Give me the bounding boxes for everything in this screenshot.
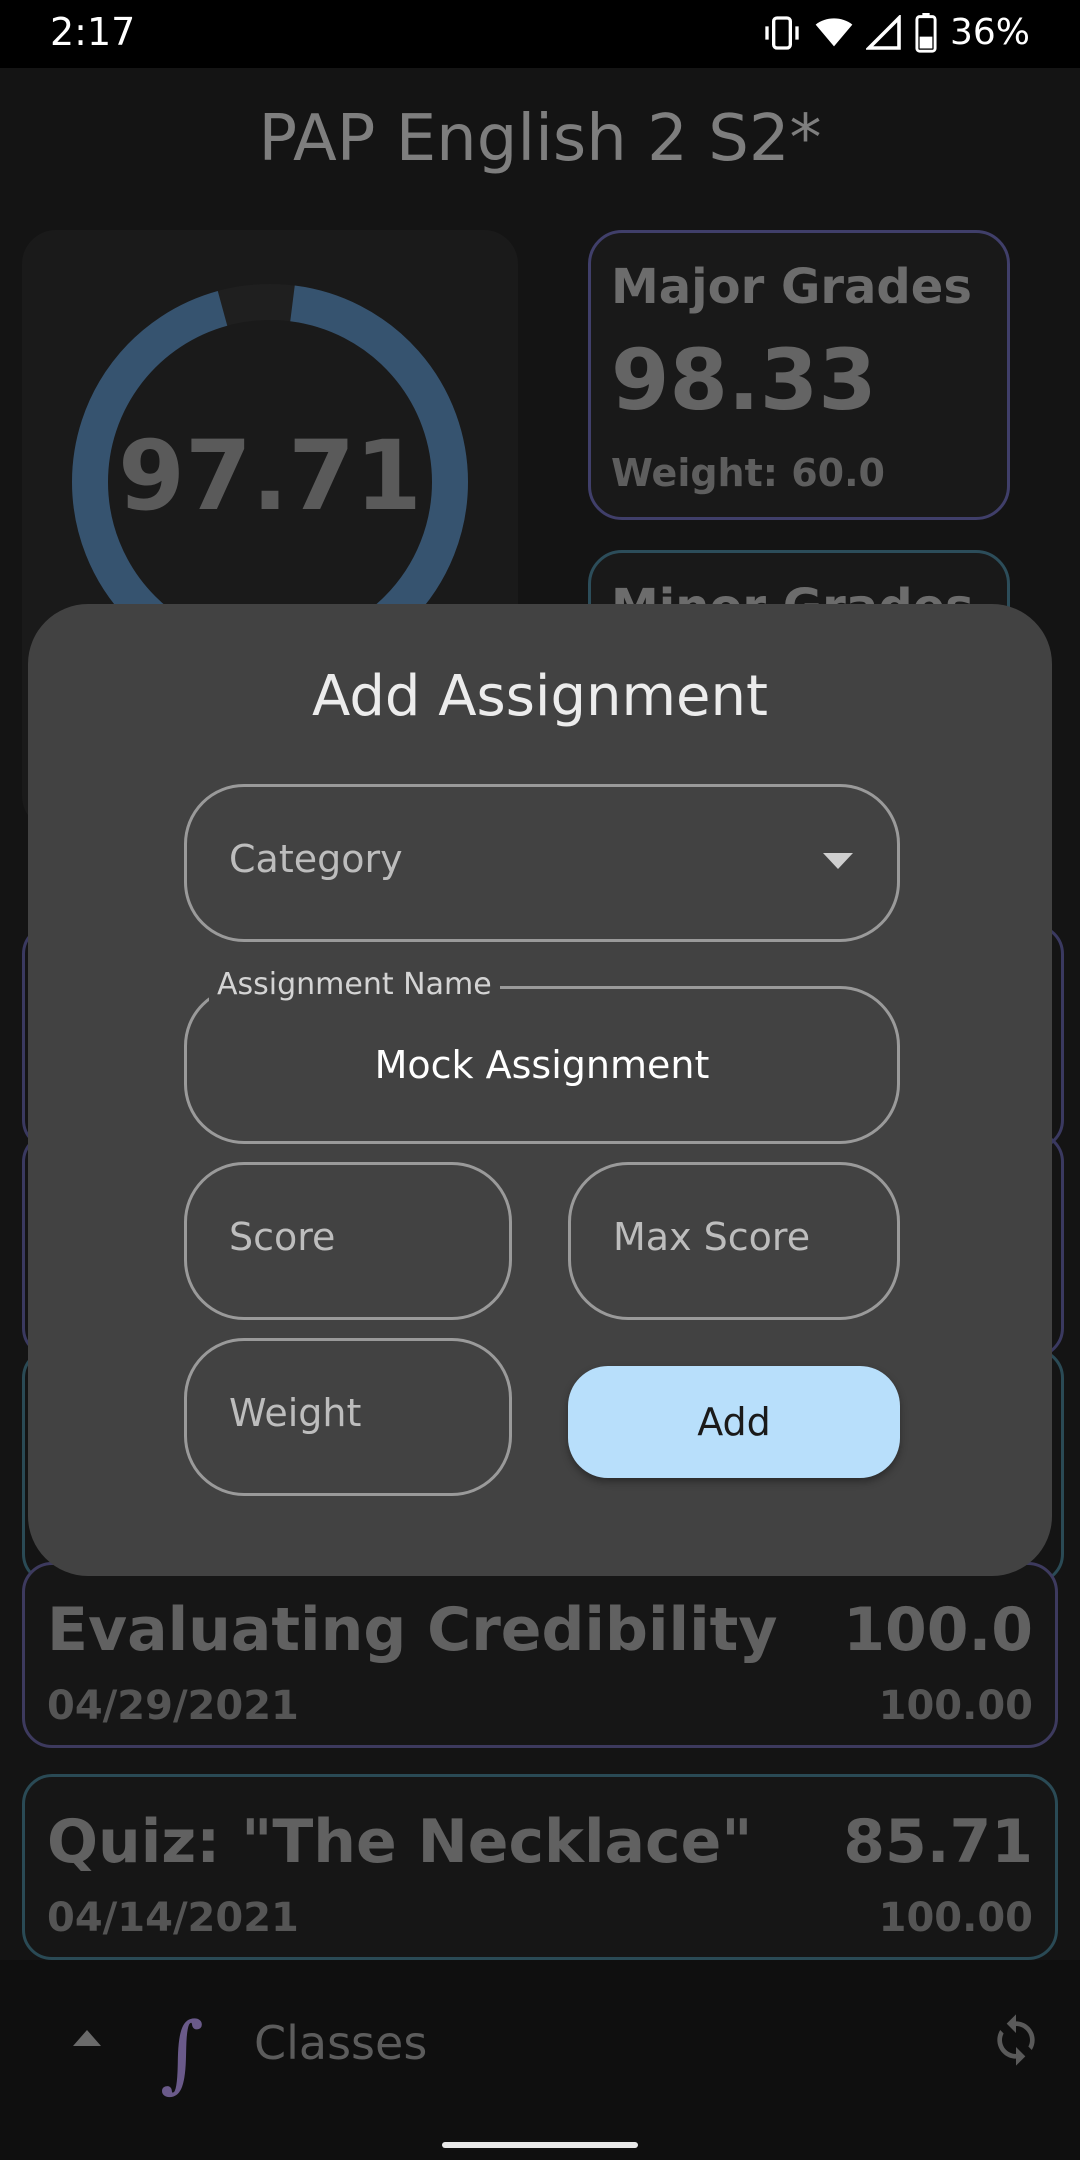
score-placeholder: Score xyxy=(229,1215,336,1259)
max-score-field[interactable]: Max Score xyxy=(568,1162,900,1320)
status-bar: 2:17 36% xyxy=(0,0,1080,68)
assignment-name-value: Mock Assignment xyxy=(374,1043,710,1087)
add-button[interactable]: Add xyxy=(568,1366,900,1478)
score-field[interactable]: Score xyxy=(184,1162,512,1320)
category-value: 98.33 xyxy=(611,331,877,429)
status-time: 2:17 xyxy=(50,10,136,54)
category-placeholder: Category xyxy=(229,837,403,881)
assignment-name-field[interactable]: Assignment Name Mock Assignment xyxy=(184,967,900,1144)
overall-grade-value: 97.71 xyxy=(118,420,422,532)
sync-icon[interactable] xyxy=(988,2012,1044,2072)
bottom-bar-title[interactable]: Classes xyxy=(254,2016,427,2070)
assignment-name: Quiz: "The Necklace" xyxy=(47,1807,753,1877)
category-weight: Weight: 60.0 xyxy=(611,451,885,495)
category-name: Major Grades xyxy=(611,259,972,315)
bottom-app-bar: ∫ Classes xyxy=(0,1960,1080,2160)
assignment-score: 85.71 xyxy=(843,1807,1033,1877)
assignment-date: 04/14/2021 xyxy=(47,1895,299,1941)
assignment-max-score: 100.00 xyxy=(878,1683,1033,1729)
dialog-title: Add Assignment xyxy=(312,664,768,729)
status-icons: 36% xyxy=(762,12,1030,53)
assignment-name-label: Assignment Name xyxy=(209,967,500,1002)
assignment-card[interactable]: Quiz: "The Necklace" 04/14/2021 85.71 10… xyxy=(22,1774,1058,1960)
weight-field[interactable]: Weight xyxy=(184,1338,512,1496)
home-indicator[interactable] xyxy=(442,2142,638,2148)
max-score-placeholder: Max Score xyxy=(613,1215,811,1259)
category-card-major[interactable]: Major Grades 98.33 Weight: 60.0 xyxy=(588,230,1010,520)
weight-placeholder: Weight xyxy=(229,1391,362,1435)
integral-logo-icon: ∫ xyxy=(160,2004,204,2102)
vibrate-icon xyxy=(762,13,802,53)
assignment-max-score: 100.00 xyxy=(878,1895,1033,1941)
add-assignment-dialog: Add Assignment Category Assignment Name … xyxy=(28,604,1052,1576)
wifi-icon xyxy=(814,13,854,53)
category-dropdown[interactable]: Category xyxy=(184,784,900,942)
battery-percentage: 36% xyxy=(949,12,1030,53)
assignment-score: 100.0 xyxy=(843,1595,1033,1665)
battery-icon xyxy=(914,12,938,53)
class-title: PAP English 2 S2* xyxy=(258,102,822,176)
assignment-card[interactable]: Evaluating Credibility ⋯ 04/29/2021 100.… xyxy=(22,1562,1058,1748)
signal-icon xyxy=(865,14,902,51)
assignment-name: Evaluating Credibility ⋯ xyxy=(47,1595,787,1665)
chevron-up-icon[interactable] xyxy=(70,2028,104,2052)
assignment-date: 04/29/2021 xyxy=(47,1683,299,1729)
dropdown-arrow-icon xyxy=(823,853,853,869)
